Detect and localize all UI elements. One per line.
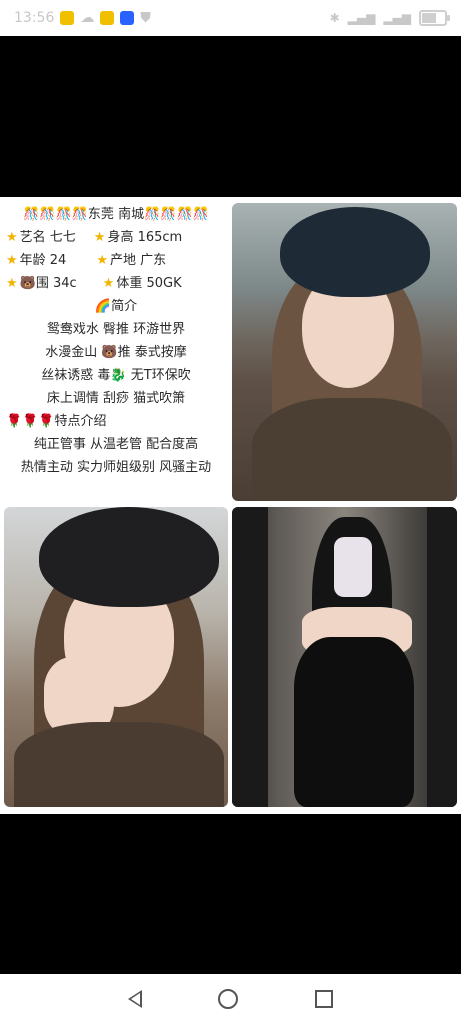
- star-icon: ★: [6, 253, 18, 268]
- weight-field: 体重 50GK: [116, 276, 182, 291]
- image-collage: 🎊🎊🎊🎊东莞 南城🎊🎊🎊🎊 ★ 艺名 七七 ★ 身高 165cm ★ 年龄 24…: [0, 197, 461, 814]
- notification-app-icon-3: [120, 11, 135, 25]
- bluetooth-icon: ✱: [329, 11, 340, 25]
- photo-portrait-hat[interactable]: [232, 203, 457, 501]
- battery-icon: [419, 10, 450, 26]
- bust-field: 🐻围 34c: [19, 276, 77, 291]
- profile-header: 🎊🎊🎊🎊东莞 南城🎊🎊🎊🎊: [23, 207, 209, 222]
- profile-row-1: ★ 艺名 七七 ★ 身高 165cm: [4, 226, 228, 249]
- notification-app-icon-2: [100, 11, 115, 25]
- features-title: 🌹🌹🌹特点介绍: [6, 414, 107, 429]
- status-bar: 13:56 ☁ ⛊ ✱ ▂▄▆ ▂▄▆: [0, 0, 461, 36]
- status-right: ✱ ▂▄▆ ▂▄▆: [329, 10, 450, 26]
- signal-icon-2: ▂▄▆: [383, 11, 411, 25]
- intro-line: 床上调情 刮痧 猫式吹箫: [46, 391, 186, 406]
- intro-line: 水漫金山 🐻推 泰式按摩: [45, 345, 187, 360]
- profile-row-2: ★ 年龄 24 ★ 产地 广东: [4, 249, 228, 272]
- height-field: 身高 165cm: [107, 230, 183, 245]
- photo-portrait-hand[interactable]: [4, 507, 228, 807]
- feature-line: 纯正管事 从温老管 配合度高: [33, 437, 199, 452]
- back-triangle-icon[interactable]: [128, 990, 143, 1008]
- photo-mirror-selfie[interactable]: [232, 507, 457, 807]
- recent-square-icon[interactable]: [314, 990, 333, 1008]
- intro-line: 丝袜诱惑 毒🐉 无T环保吹: [41, 368, 191, 383]
- star-icon: ★: [102, 276, 115, 291]
- profile-row-3: ★ 🐻围 34c ★ 体重 50GK: [4, 272, 228, 295]
- star-icon: ★: [93, 230, 106, 245]
- origin-field: 产地 广东: [110, 253, 167, 268]
- shield-icon: ⛊: [140, 10, 151, 26]
- star-icon: ★: [6, 276, 18, 291]
- name-field: 艺名 七七: [19, 230, 76, 245]
- star-icon: ★: [6, 230, 18, 245]
- signal-icon: ▂▄▆: [347, 11, 376, 25]
- cloud-icon: ☁: [80, 10, 95, 26]
- intro-line: 鸳鸯戏水 臀推 环游世界: [46, 322, 186, 337]
- age-field: 年龄 24: [19, 253, 67, 268]
- home-circle-icon[interactable]: [218, 989, 239, 1009]
- system-nav-bar: [0, 974, 461, 1024]
- notification-app-icon: [60, 11, 75, 25]
- status-left: 13:56 ☁ ⛊: [14, 10, 151, 26]
- intro-title: 🌈简介: [94, 299, 138, 314]
- status-time: 13:56: [14, 10, 55, 26]
- feature-line: 热情主动 实力师姐级别 风骚主动: [20, 460, 212, 475]
- star-icon: ★: [96, 253, 108, 268]
- profile-text-card: 🎊🎊🎊🎊东莞 南城🎊🎊🎊🎊 ★ 艺名 七七 ★ 身高 165cm ★ 年龄 24…: [4, 203, 228, 501]
